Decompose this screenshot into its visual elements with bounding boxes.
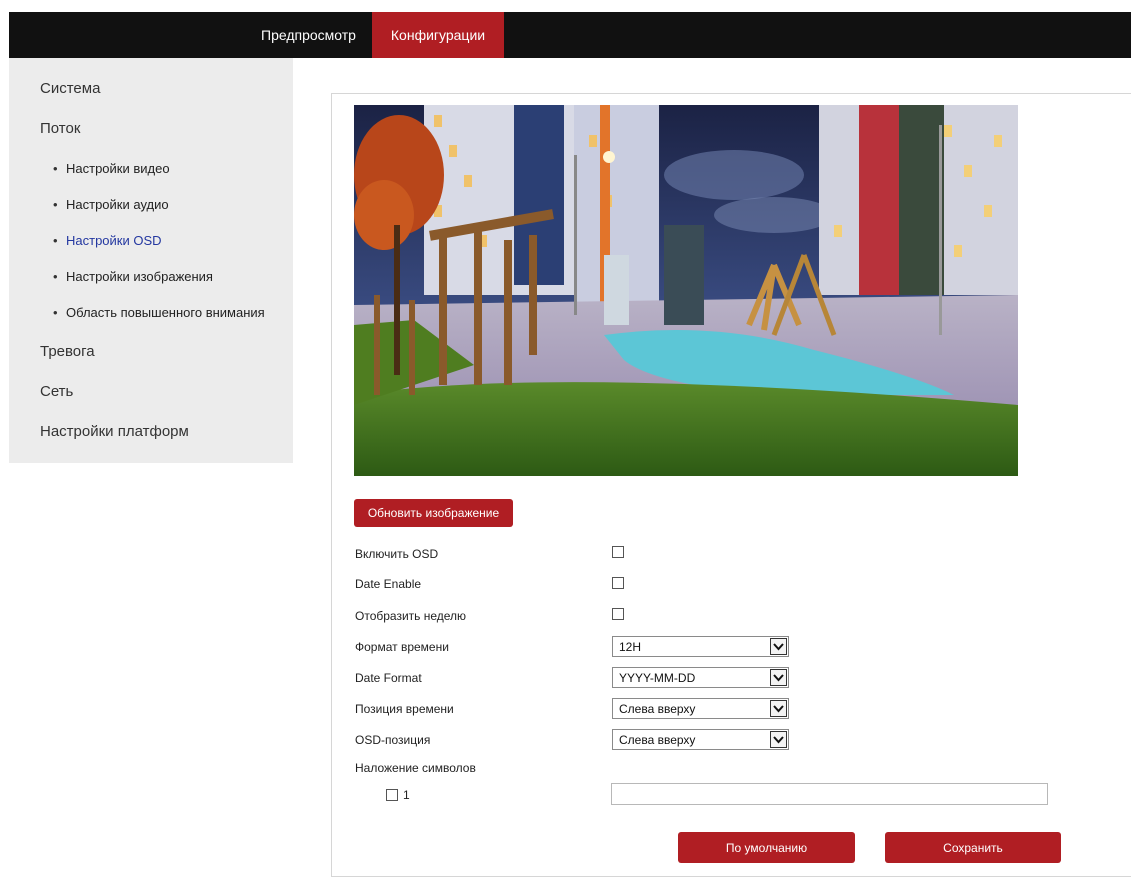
top-nav-bar: Предпросмотр Конфигурации — [9, 12, 1131, 58]
overlay-1-text-input[interactable] — [611, 783, 1048, 805]
osd-position-label: OSD-позиция — [355, 733, 431, 747]
tab-configuration[interactable]: Конфигурации — [372, 12, 504, 58]
sidebar-item-system[interactable]: Система — [40, 80, 100, 97]
overlay-label: Наложение символов — [355, 761, 476, 775]
sidebar-item-roi[interactable]: Область повышенного внимания — [53, 305, 265, 320]
sidebar-item-alarm[interactable]: Тревога — [40, 343, 95, 360]
time-format-select[interactable]: 12H — [612, 636, 789, 657]
osd-position-select[interactable]: Слева вверху — [612, 729, 789, 750]
sidebar: Система Поток Настройки видео Настройки … — [9, 58, 293, 463]
chevron-down-icon — [770, 700, 787, 717]
sidebar-item-video-settings[interactable]: Настройки видео — [53, 161, 170, 176]
time-position-value: Слева вверху — [619, 702, 696, 716]
camera-preview-image — [354, 105, 1018, 476]
sidebar-item-image-settings[interactable]: Настройки изображения — [53, 269, 213, 284]
chevron-down-icon — [770, 731, 787, 748]
sidebar-item-audio-settings[interactable]: Настройки аудио — [53, 197, 169, 212]
time-format-value: 12H — [619, 640, 642, 654]
time-format-label: Формат времени — [355, 640, 449, 654]
date-format-label: Date Format — [355, 671, 422, 685]
date-format-value: YYYY-MM-DD — [619, 671, 696, 685]
osd-position-value: Слева вверху — [619, 733, 696, 747]
show-week-label: Отобразить неделю — [355, 609, 467, 623]
sidebar-item-platform-settings[interactable]: Настройки платформ — [40, 423, 189, 440]
show-week-checkbox[interactable] — [612, 608, 624, 620]
enable-osd-checkbox[interactable] — [612, 546, 624, 558]
sidebar-item-osd-settings[interactable]: Настройки OSD — [53, 233, 162, 248]
date-format-select[interactable]: YYYY-MM-DD — [612, 667, 789, 688]
overlay-1-checkbox[interactable] — [386, 789, 398, 801]
save-button[interactable]: Сохранить — [885, 832, 1061, 863]
tab-preview[interactable]: Предпросмотр — [249, 12, 371, 58]
time-position-select[interactable]: Слева вверху — [612, 698, 789, 719]
refresh-image-button[interactable]: Обновить изображение — [354, 499, 513, 527]
overlay-1-number: 1 — [403, 788, 410, 802]
chevron-down-icon — [770, 638, 787, 655]
enable-osd-label: Включить OSD — [355, 547, 439, 561]
default-button[interactable]: По умолчанию — [678, 832, 855, 863]
sidebar-item-network[interactable]: Сеть — [40, 383, 73, 400]
date-enable-checkbox[interactable] — [612, 577, 624, 589]
time-position-label: Позиция времени — [355, 702, 454, 716]
sidebar-item-stream[interactable]: Поток — [40, 120, 80, 137]
chevron-down-icon — [770, 669, 787, 686]
date-enable-label: Date Enable — [355, 577, 422, 591]
